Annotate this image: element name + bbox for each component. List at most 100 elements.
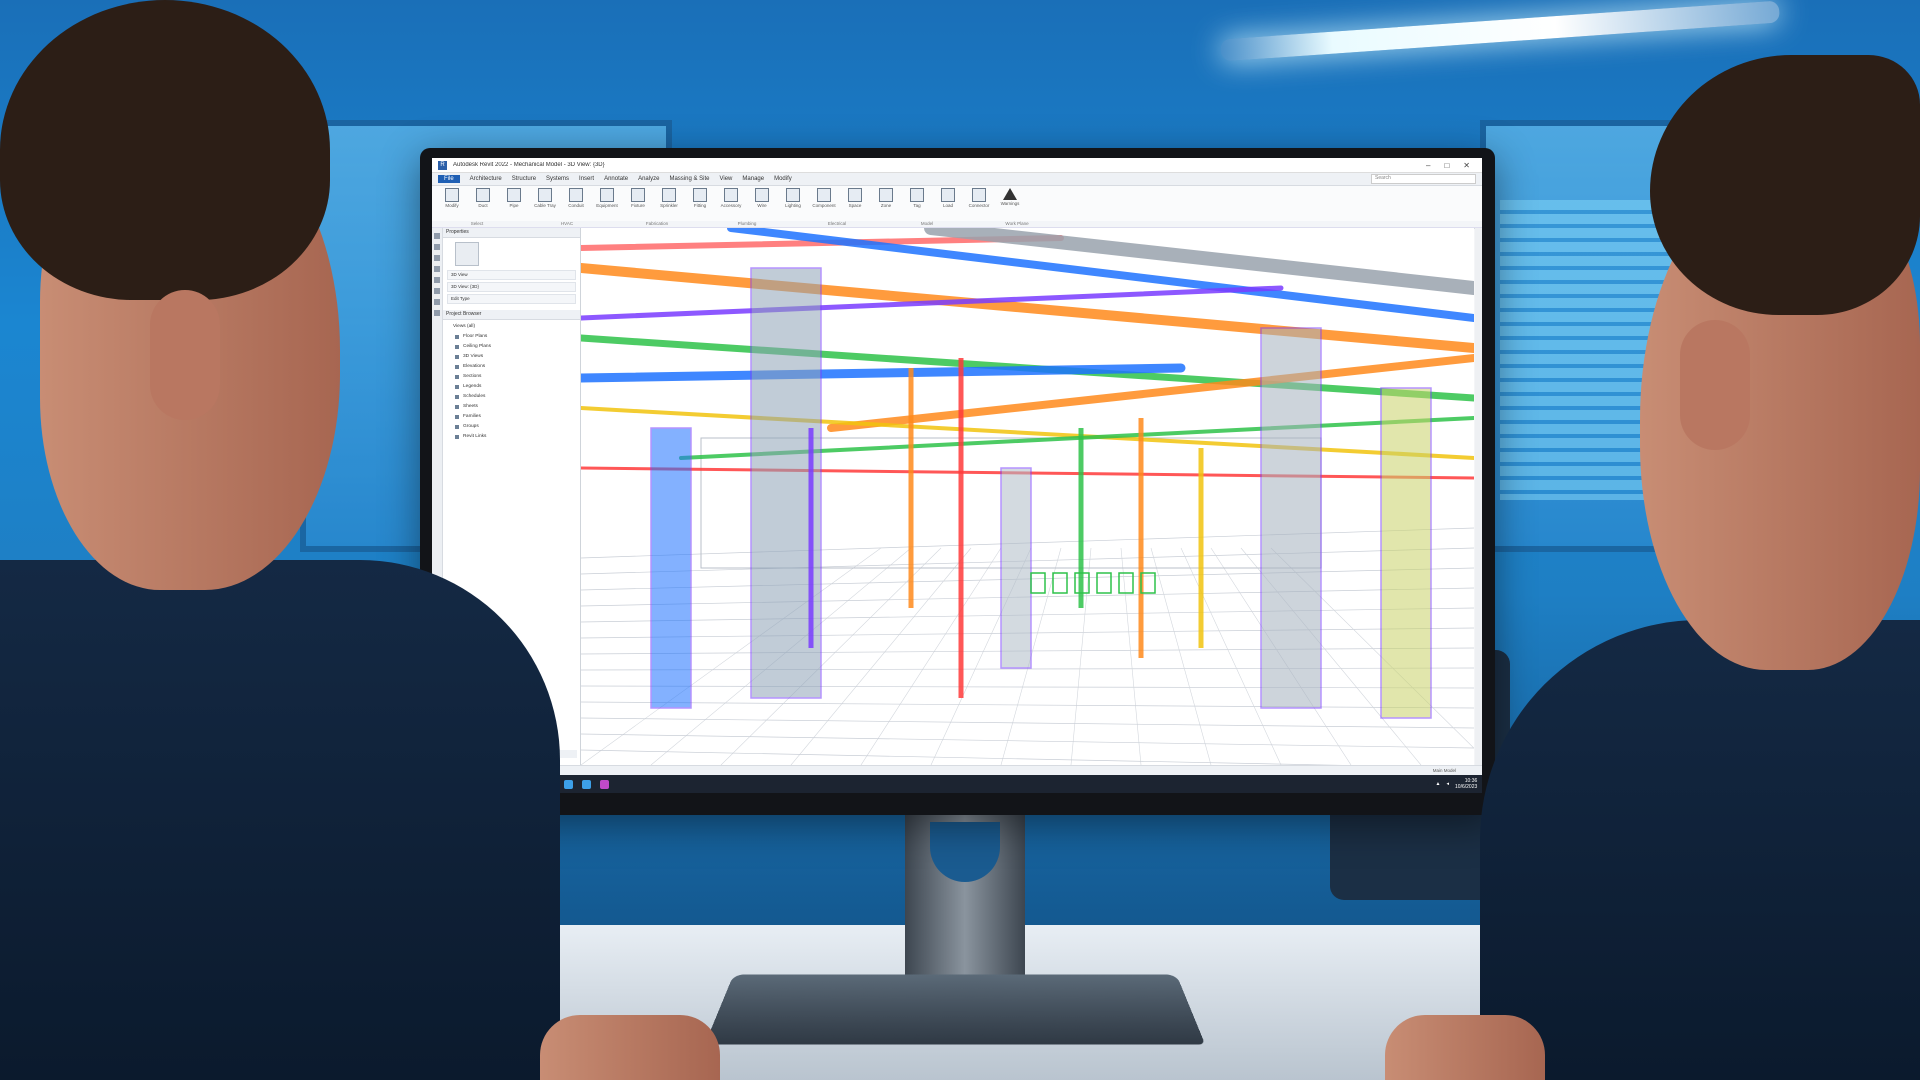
app-taskbar-icon[interactable] <box>600 779 609 789</box>
ribbon-button-5[interactable]: Equipment <box>593 188 621 218</box>
ribbon-button-14[interactable]: Zone <box>872 188 900 218</box>
ribbon-group-label: Select <box>470 221 484 226</box>
ribbon-button-8[interactable]: Fitting <box>686 188 714 218</box>
ribbon-group-label: Fabrication <box>645 221 669 226</box>
tag-icon[interactable] <box>434 299 440 305</box>
browser-item[interactable]: Schedules <box>449 392 574 402</box>
browser-item[interactable]: Floor Plans <box>449 332 574 342</box>
menu-bar: File Architecture Structure Systems Inse… <box>432 173 1482 186</box>
ribbon-button-17[interactable]: Connector <box>965 188 993 218</box>
3d-viewport[interactable] <box>581 228 1474 765</box>
browser-item[interactable]: Revit Links <box>449 432 574 442</box>
browser-item[interactable]: Views (all) <box>449 322 574 332</box>
project-browser-header: Project Browser <box>443 310 580 320</box>
hide-icon[interactable] <box>434 310 440 316</box>
menu-view[interactable]: View <box>719 176 732 182</box>
orbit-icon[interactable] <box>434 266 440 272</box>
ribbon-button-label: Zone <box>880 203 892 208</box>
view-type-selector[interactable]: 3D View <box>447 270 576 280</box>
menu-structure[interactable]: Structure <box>512 176 536 182</box>
search-input[interactable]: Search <box>1371 174 1476 184</box>
vertical-scrollbar[interactable] <box>1475 228 1482 765</box>
minimize-button[interactable]: – <box>1426 161 1430 170</box>
pipe-run <box>924 228 1474 295</box>
ribbon-button-6[interactable]: Fixture <box>624 188 652 218</box>
menu-annotate[interactable]: Annotate <box>604 176 628 182</box>
ribbon-tool-icon <box>941 188 955 202</box>
browser-item[interactable]: Sheets <box>449 402 574 412</box>
floor-grid-line <box>581 701 1474 709</box>
equipment-unit <box>1030 572 1046 594</box>
ribbon-button-12[interactable]: Component <box>810 188 838 218</box>
ribbon-group-label: Work Plane <box>1005 221 1029 226</box>
ribbon-button-label: Sprinkler <box>660 203 678 208</box>
system-tray: ▲ ◂ 10:36 10/6/2023 ▭ <box>1436 778 1482 790</box>
revit-logo-icon: R <box>438 160 447 170</box>
ribbon-button-3[interactable]: Cable Tray <box>531 188 559 218</box>
ribbon-button-0[interactable]: Modify <box>438 188 466 218</box>
ribbon-button-9[interactable]: Accessory <box>717 188 745 218</box>
ribbon-button-18[interactable]: Warnings <box>996 188 1024 218</box>
browser-item[interactable]: Families <box>449 412 574 422</box>
browser-item[interactable]: Sections <box>449 372 574 382</box>
menu-insert[interactable]: Insert <box>579 176 594 182</box>
browser-item[interactable]: Legends <box>449 382 574 392</box>
ribbon-button-label: Conduit <box>568 203 584 208</box>
view-name-row[interactable]: 3D View: {3D} <box>447 282 576 292</box>
clock[interactable]: 10:36 10/6/2023 <box>1455 778 1477 790</box>
ribbon-button-4[interactable]: Conduit <box>562 188 590 218</box>
app-taskbar-icon[interactable] <box>582 779 591 789</box>
pipe-run <box>581 363 1186 383</box>
close-button[interactable]: ✕ <box>1463 161 1470 170</box>
menu-massing[interactable]: Massing & Site <box>669 176 709 182</box>
structural-column <box>1380 387 1432 719</box>
browser-item[interactable]: Groups <box>449 422 574 432</box>
taskbar: ▲ ◂ 10:36 10/6/2023 ▭ <box>432 775 1482 793</box>
ribbon-button-13[interactable]: Space <box>841 188 869 218</box>
browser-item[interactable]: Ceiling Plans <box>449 342 574 352</box>
menu-manage[interactable]: Manage <box>742 176 764 182</box>
ribbon-tool-icon <box>476 188 490 202</box>
pan-icon[interactable] <box>434 244 440 250</box>
menu-systems[interactable]: Systems <box>546 176 569 182</box>
ribbon-button-15[interactable]: Tag <box>903 188 931 218</box>
menu-analyze[interactable]: Analyze <box>638 176 659 182</box>
ribbon-button-1[interactable]: Duct <box>469 188 497 218</box>
ribbon-button-2[interactable]: Pipe <box>500 188 528 218</box>
network-icon[interactable]: ▲ <box>1436 781 1441 787</box>
select-icon[interactable] <box>434 233 440 239</box>
ribbon-button-label: Lighting <box>785 203 801 208</box>
menu-architecture[interactable]: Architecture <box>470 176 502 182</box>
ribbon-button-16[interactable]: Load <box>934 188 962 218</box>
section-icon[interactable] <box>434 277 440 283</box>
menu-modify[interactable]: Modify <box>774 176 792 182</box>
ribbon-button-label: Wire <box>757 203 767 208</box>
zoom-icon[interactable] <box>434 255 440 261</box>
revit-taskbar-icon[interactable] <box>564 779 573 789</box>
ribbon-button-7[interactable]: Sprinkler <box>655 188 683 218</box>
mep-model-render <box>581 228 1474 765</box>
properties-header: Properties <box>443 228 580 238</box>
ribbon-button-label: Connector <box>968 203 990 208</box>
floor-grid-line <box>581 749 1343 765</box>
structural-column <box>1000 467 1032 669</box>
ribbon-button-label: Equipment <box>596 203 618 208</box>
ribbon-button-10[interactable]: Wire <box>748 188 776 218</box>
edit-type-button[interactable]: Edit Type <box>447 294 576 304</box>
ribbon-tool-icon <box>972 188 986 202</box>
ribbon-tool-icon <box>724 188 738 202</box>
ribbon-tool-icon <box>507 188 521 202</box>
menu-file[interactable]: File <box>438 175 460 183</box>
measure-icon[interactable] <box>434 288 440 294</box>
ribbon-group-label: HVAC <box>560 221 574 226</box>
browser-item[interactable]: 3D Views <box>449 352 574 362</box>
floor-grid-line <box>581 547 882 765</box>
volume-icon[interactable]: ◂ <box>1447 781 1450 787</box>
ribbon-group-label: Plumbing <box>737 221 757 226</box>
ribbon-button-label: Cable Tray <box>534 203 556 208</box>
ribbon-button-11[interactable]: Lighting <box>779 188 807 218</box>
monitor-base <box>704 974 1206 1045</box>
maximize-button[interactable]: □ <box>1444 161 1449 170</box>
ribbon-button-label: Load <box>942 203 953 208</box>
browser-item[interactable]: Elevations <box>449 362 574 372</box>
